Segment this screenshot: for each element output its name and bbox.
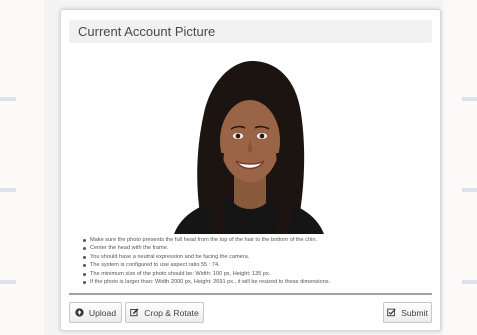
list-item: The minimum size of the photo should be:… <box>81 270 431 278</box>
list-item: Center the head with the frame. <box>81 244 431 252</box>
list-item: If the photo is larger than: Width 2000 … <box>81 278 431 286</box>
list-item: You should have a neutral expression and… <box>81 253 431 261</box>
submit-button[interactable]: Submit <box>383 302 432 323</box>
background-right-panel <box>443 0 477 335</box>
account-photo <box>164 53 331 234</box>
crop-rotate-button-label: Crop & Rotate <box>144 307 199 318</box>
edit-icon <box>130 308 139 317</box>
background-divider <box>0 97 16 101</box>
portrait-image <box>164 53 331 234</box>
dialog-header: Current Account Picture <box>69 20 432 43</box>
crop-rotate-button[interactable]: Crop & Rotate <box>125 302 204 323</box>
background-divider <box>0 280 16 284</box>
background-divider <box>0 188 16 192</box>
submit-button-label: Submit <box>401 307 428 318</box>
list-item: Make sure the photo presents the full he… <box>81 236 431 244</box>
background-divider <box>462 188 477 192</box>
background-divider <box>462 97 477 101</box>
list-item: The system is configured to use aspect r… <box>81 261 431 269</box>
photo-requirements-list: Make sure the photo presents the full he… <box>81 236 431 286</box>
footer-divider <box>69 293 432 295</box>
account-picture-dialog: Current Account Picture Make sure the ph… <box>60 9 441 331</box>
check-square-icon <box>387 308 396 317</box>
upload-icon <box>75 308 84 317</box>
upload-button-label: Upload <box>88 307 117 318</box>
background-left-panel <box>0 0 44 335</box>
background-divider <box>462 280 477 284</box>
upload-button[interactable]: Upload <box>69 302 122 323</box>
dialog-title: Current Account Picture <box>78 24 216 39</box>
